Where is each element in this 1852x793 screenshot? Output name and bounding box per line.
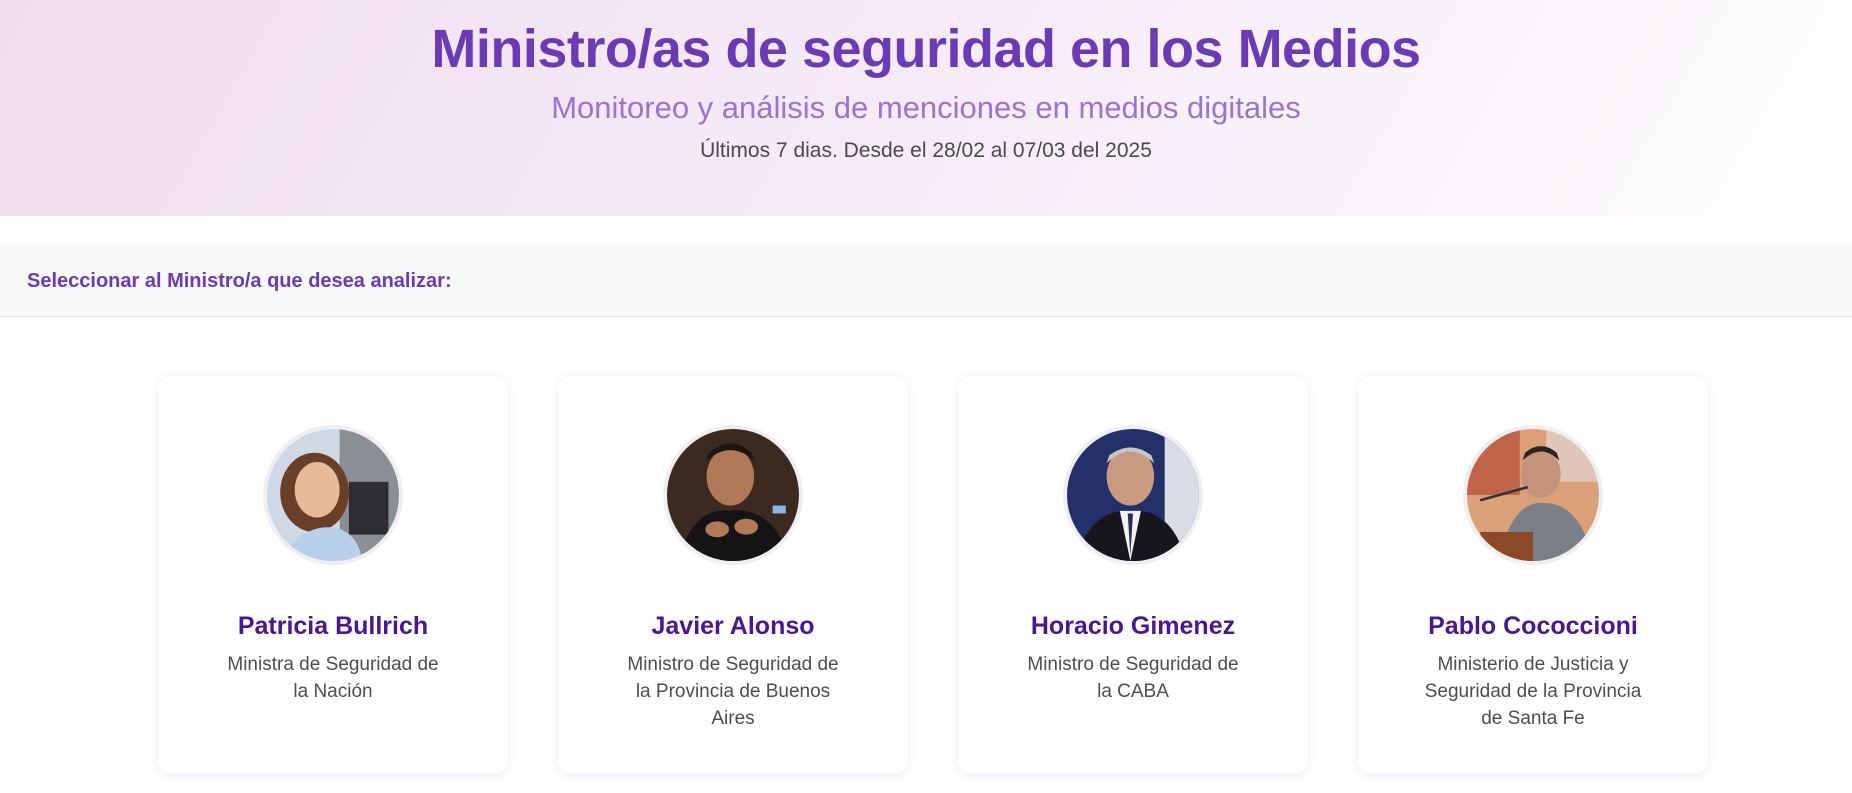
avatar	[1463, 425, 1603, 565]
page-subtitle: Monitoreo y análisis de menciones en med…	[551, 90, 1301, 125]
avatar	[663, 425, 803, 565]
avatar	[263, 425, 403, 565]
page-title: Ministro/as de seguridad en los Medios	[431, 19, 1421, 79]
minister-selector-bar: Seleccionar al Ministro/a que desea anal…	[0, 244, 1852, 317]
minister-name: Pablo Cococcioni	[1428, 612, 1638, 640]
minister-card-cococcioni[interactable]: Pablo Cococcioni Ministerio de Justicia …	[1358, 376, 1708, 774]
minister-card-gimenez[interactable]: Horacio Gimenez Ministro de Seguridad de…	[958, 376, 1308, 774]
selector-label: Seleccionar al Ministro/a que desea anal…	[27, 270, 452, 292]
minister-role: Ministro de Seguridad de la CABA	[1027, 654, 1239, 702]
minister-name: Horacio Gimenez	[1030, 612, 1236, 640]
minister-role: Ministerio de Justicia y Seguridad de la…	[1424, 654, 1642, 729]
minister-name: Javier Alonso	[651, 612, 815, 640]
minister-role: Ministra de Seguridad de la Nación	[227, 654, 439, 702]
avatar	[1063, 425, 1203, 565]
minister-card-bullrich[interactable]: Patricia Bullrich Ministra de Seguridad …	[158, 376, 508, 774]
minister-name: Patricia Bullrich	[237, 612, 429, 640]
hero-header: Ministro/as de seguridad en los Medios M…	[0, 0, 1852, 216]
minister-card-alonso[interactable]: Javier Alonso Ministro de Seguridad de l…	[558, 376, 908, 774]
minister-role: Ministro de Seguridad de la Provincia de…	[627, 654, 839, 729]
date-range: Últimos 7 dias. Desde el 28/02 al 07/03 …	[700, 139, 1152, 162]
